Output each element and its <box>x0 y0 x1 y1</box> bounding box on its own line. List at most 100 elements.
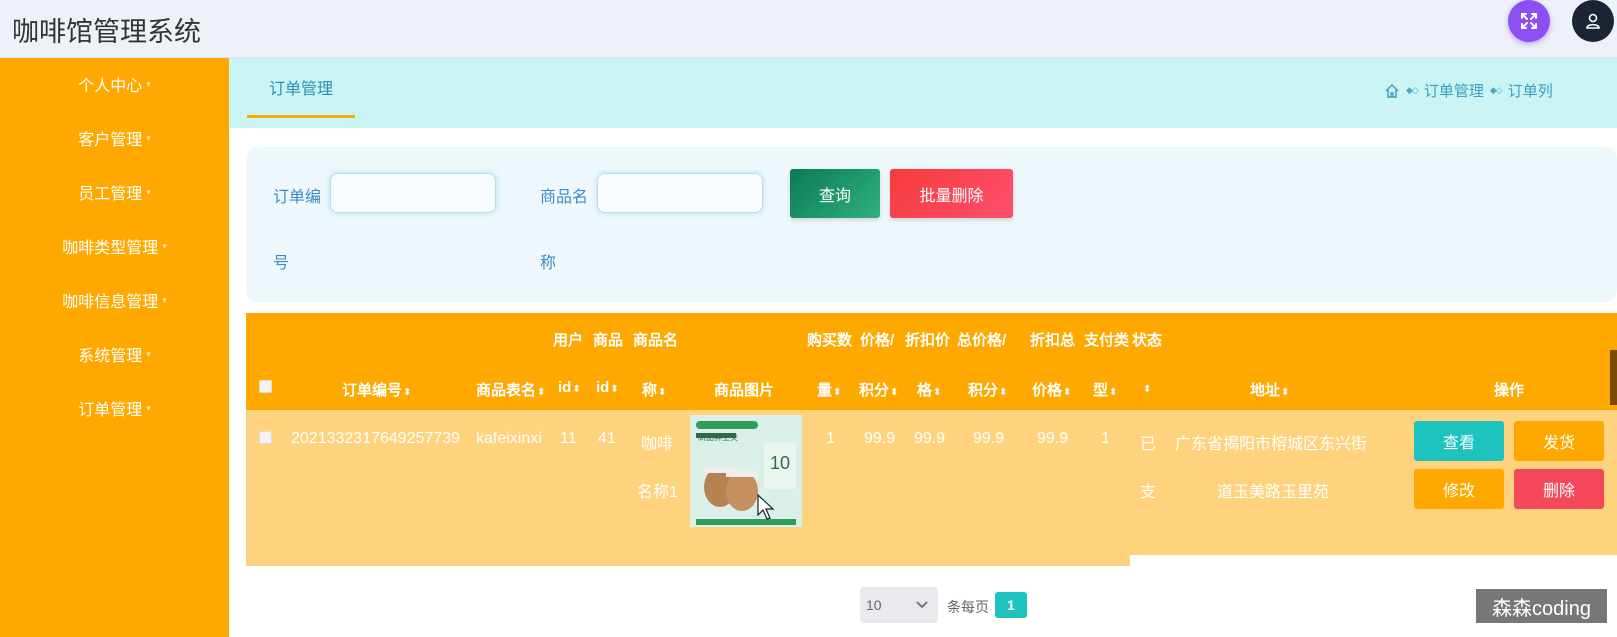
chevron-down-icon <box>916 601 928 609</box>
header-pay-type-line1: 支付类 <box>1084 332 1130 349</box>
select-all-checkbox[interactable] <box>259 380 272 393</box>
edit-button[interactable]: 修改 <box>1414 469 1504 509</box>
fullscreen-button[interactable] <box>1508 0 1550 42</box>
header-label: 量 <box>817 382 833 399</box>
user-avatar-button[interactable] <box>1572 0 1614 42</box>
page-button-current[interactable]: 1 <box>995 592 1027 618</box>
table-header: 订单编号⬍ 商品表名⬍ 用户 id⬍ 商品 id⬍ 商品名 称⬍ 商品图片 购买… <box>246 313 1617 410</box>
header-status[interactable]: ⬍ <box>1142 379 1151 396</box>
ship-button[interactable]: 发货 <box>1514 421 1604 461</box>
sidebar-item-label: 个人中心 <box>78 78 143 95</box>
chevron-down-icon: ▾ <box>146 132 151 143</box>
sidebar: 个人中心 ▾ 客户管理 ▾ 员工管理 ▾ 咖啡类型管理 ▾ 咖啡信息管理 ▾ 系统管理 ▾ … <box>0 58 229 637</box>
header-label: 型 <box>1093 382 1109 399</box>
product-image[interactable]: 新品鲜王尖 10 <box>690 415 802 527</box>
sidebar-item-label: 咖啡类型管理 <box>62 240 159 257</box>
header-user-id-line1: 用户 <box>553 332 584 349</box>
sort-icon: ⬍ <box>999 387 1008 398</box>
sort-icon: ⬍ <box>537 387 546 398</box>
page-size-label: 条每页 <box>947 599 989 615</box>
sort-icon: ⬍ <box>403 387 412 398</box>
header-user-id[interactable]: id⬍ <box>558 379 581 396</box>
tab-order-management[interactable]: 订单管理 <box>247 58 355 118</box>
sidebar-item-label: 员工管理 <box>78 186 143 203</box>
header-order-no[interactable]: 订单编号⬍ <box>342 379 411 400</box>
cell-status-wrap: 支 <box>1140 484 1157 501</box>
header-product-id-line1: 商品 <box>593 332 624 349</box>
batch-delete-button[interactable]: 批量删除 <box>890 169 1013 218</box>
header-label: 商品表名 <box>476 382 537 399</box>
header-discount-total-line1: 折扣总 <box>1030 332 1076 349</box>
cell-address: 广东省揭阳市榕城区东兴街 <box>1175 436 1368 453</box>
sort-icon: ⬍ <box>833 387 842 398</box>
home-icon[interactable] <box>1384 83 1400 99</box>
sidebar-item-coffee-info[interactable]: 咖啡信息管理 ▾ <box>0 282 229 318</box>
product-image-price: 10 <box>770 453 791 473</box>
header-address[interactable]: 地址⬍ <box>1250 379 1289 400</box>
header-label: 格 <box>917 382 933 399</box>
breadcrumb-item[interactable]: 订单管理 <box>1424 80 1484 101</box>
header-label: id <box>596 379 610 396</box>
cell-discount: 99.9 <box>914 430 946 447</box>
chevron-down-icon: ▾ <box>162 294 167 305</box>
cell-product-name: 咖啡 <box>641 436 674 453</box>
header-discount-total[interactable]: 价格⬍ <box>1032 379 1071 400</box>
cell-address-wrap: 道玉美路玉里苑 <box>1217 484 1330 501</box>
page-size-select[interactable]: 10 <box>860 587 938 623</box>
header-label: id <box>558 379 572 396</box>
header-product-image: 商品图片 <box>714 382 775 399</box>
sort-icon: ⬍ <box>610 384 619 395</box>
header-total-points-line1: 总价格/ <box>957 332 1007 349</box>
order-no-input[interactable] <box>330 173 496 213</box>
header-total-points[interactable]: 积分⬍ <box>968 379 1007 400</box>
header-qty[interactable]: 量⬍ <box>817 379 841 400</box>
sidebar-item-orders[interactable]: 订单管理 ▾ <box>0 390 229 426</box>
cell-points: 99.9 <box>864 430 896 447</box>
query-button[interactable]: 查询 <box>790 169 880 218</box>
header-label: 积分 <box>859 382 890 399</box>
breadcrumb-separator-icon: ◆◇ <box>1406 85 1419 95</box>
header-product-name-line1: 商品名 <box>633 332 679 349</box>
sidebar-item-customers[interactable]: 客户管理 ▾ <box>0 120 229 156</box>
chevron-down-icon: ▾ <box>146 78 151 89</box>
product-name-label-wrap: 称 <box>540 255 557 272</box>
order-no-label: 订单编 <box>273 189 322 206</box>
sort-icon: ⬍ <box>1281 387 1290 398</box>
view-button[interactable]: 查看 <box>1414 421 1504 461</box>
header-product-name[interactable]: 称⬍ <box>642 379 666 400</box>
page-size-value: 10 <box>866 597 882 613</box>
header-discount[interactable]: 格⬍ <box>917 379 941 400</box>
product-image-caption: 新品鲜王尖 <box>698 433 738 442</box>
user-icon <box>1586 13 1600 29</box>
chevron-down-icon: ▾ <box>146 348 151 359</box>
delete-button[interactable]: 删除 <box>1514 469 1604 509</box>
sidebar-item-staff[interactable]: 员工管理 ▾ <box>0 174 229 210</box>
cell-table-name: kafeixinxi <box>476 430 542 447</box>
chevron-down-icon: ▾ <box>162 240 167 251</box>
header-status-line1: 状态 <box>1132 332 1163 349</box>
scroll-handle[interactable] <box>1610 350 1617 405</box>
header-label: 积分 <box>968 382 999 399</box>
breadcrumb-separator-icon: ◆◇ <box>1489 85 1503 95</box>
sidebar-item-label: 咖啡信息管理 <box>62 294 159 311</box>
header-pay-type[interactable]: 型⬍ <box>1093 379 1117 400</box>
cell-total-points: 99.9 <box>973 430 1005 447</box>
sidebar-item-personal-center[interactable]: 个人中心 ▾ <box>0 66 229 102</box>
header-points[interactable]: 积分⬍ <box>859 379 898 400</box>
product-name-input[interactable] <box>597 173 763 213</box>
header-points-line1: 价格/ <box>860 332 895 349</box>
sidebar-item-coffee-types[interactable]: 咖啡类型管理 ▾ <box>0 228 229 264</box>
top-header: 咖啡馆管理系统 <box>0 0 1617 58</box>
header-actions: 操作 <box>1494 382 1525 399</box>
cell-product-id: 41 <box>598 430 616 447</box>
header-label: 地址 <box>1250 382 1281 399</box>
cell-product-name-wrap: 名称1 <box>637 484 678 501</box>
row-checkbox[interactable] <box>259 431 272 444</box>
header-product-id[interactable]: id⬍ <box>596 379 619 396</box>
sort-icon: ⬍ <box>572 384 581 395</box>
sidebar-item-system[interactable]: 系统管理 ▾ <box>0 336 229 372</box>
header-label: 称 <box>642 382 658 399</box>
header-qty-line1: 购买数 <box>807 332 853 349</box>
header-table-name[interactable]: 商品表名⬍ <box>476 379 545 400</box>
breadcrumb-item: 订单列 <box>1507 83 1553 100</box>
